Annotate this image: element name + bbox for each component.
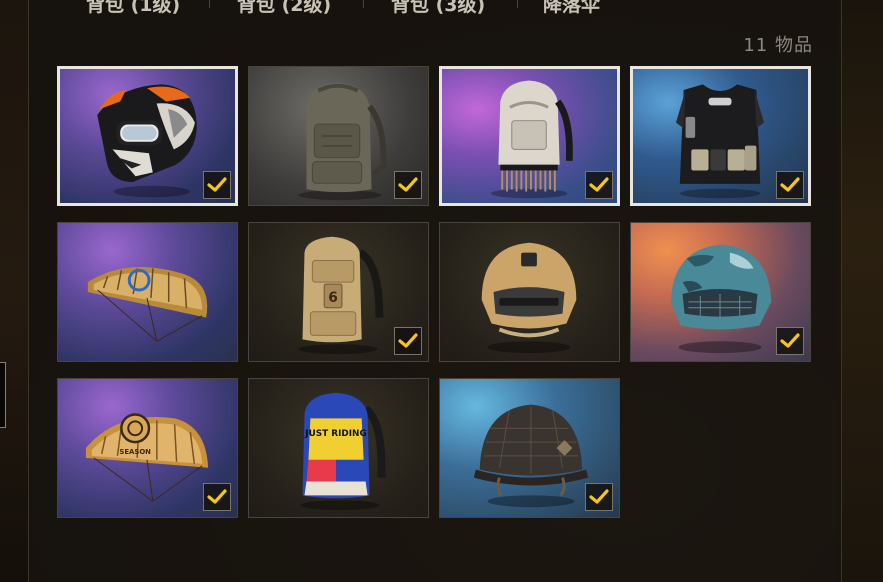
owned-check-icon [203,483,231,511]
tab-parachute[interactable]: 降落伞 [543,0,600,18]
tab-backpack-level2[interactable]: 背包 (2级) [237,0,331,18]
owned-check-icon [585,483,613,511]
season-label: SEASON [119,448,151,456]
owned-check-icon [776,327,804,355]
helmet-icon [481,242,577,354]
tab-backpack-level1[interactable]: 背包 (1级) [86,0,180,18]
item-tile-gold-parachute[interactable] [57,222,238,362]
item-tile-motocross-helmet[interactable] [57,66,238,206]
item-tile-white-fringe-backpack[interactable] [439,66,620,206]
item-tile-blue-camo-helmet[interactable] [630,222,811,362]
owned-check-icon [776,171,804,199]
item-tile-season-parachute[interactable]: SEASON [57,378,238,518]
owned-check-icon [394,171,422,199]
tab-divider [209,0,210,8]
parachute-icon [87,266,208,342]
backpack-icon: JUST RIDING [300,392,386,511]
background-left [0,0,28,582]
just-riding-label: JUST RIDING [304,429,366,439]
item-tile-grey-backpack[interactable] [248,66,429,206]
background-right [838,0,883,582]
item-tile-tan-level3-helmet[interactable] [439,222,620,362]
item-count: 11 物品 [743,35,813,56]
level-label: 6 [328,290,338,306]
owned-check-icon [203,171,231,199]
inventory-panel: 背包 (1级) 背包 (2级) 背包 (3级) 降落伞 11 物品 6 SEAS… [28,0,842,582]
tab-divider [363,0,364,8]
item-tile-patterned-helmet[interactable] [439,378,620,518]
item-tile-just-riding-backpack[interactable]: JUST RIDING [248,378,429,518]
item-tile-black-vest[interactable] [630,66,811,206]
owned-check-icon [585,171,613,199]
tab-backpack-level3[interactable]: 背包 (3级) [391,0,485,18]
side-handle[interactable] [0,362,6,428]
category-tabs: 背包 (1级) 背包 (2级) 背包 (3级) 降落伞 [29,0,841,18]
tab-divider [517,0,518,8]
item-tile-tan-backpack[interactable]: 6 [248,222,429,362]
owned-check-icon [394,327,422,355]
